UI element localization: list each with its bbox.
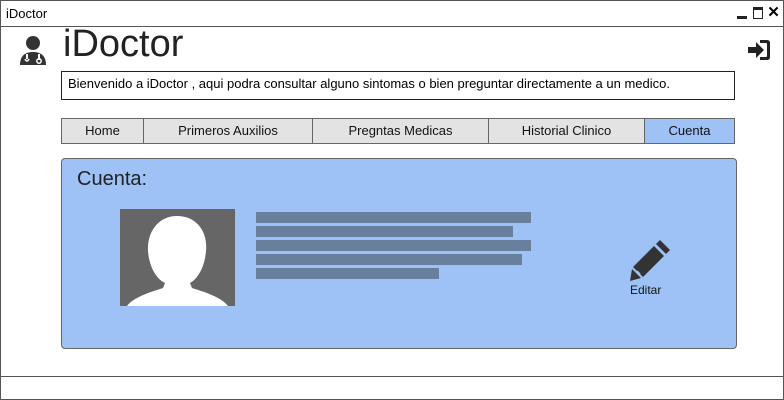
tab-historial-clinico[interactable]: Historial Clinico	[489, 119, 645, 143]
tab-preguntas-medicas[interactable]: Pregntas Medicas	[313, 119, 489, 143]
tab-cuenta[interactable]: Cuenta	[645, 119, 734, 143]
pencil-icon[interactable]	[629, 237, 674, 282]
sign-in-icon[interactable]	[747, 39, 771, 61]
tab-home[interactable]: Home	[62, 119, 144, 143]
placeholder-line	[256, 240, 531, 251]
close-icon[interactable]: ✕	[767, 5, 780, 20]
user-silhouette-icon	[127, 216, 228, 306]
placeholder-line	[256, 212, 531, 223]
avatar	[120, 209, 235, 306]
edit-label[interactable]: Editar	[630, 283, 661, 297]
account-panel: Cuenta: Editar	[61, 158, 737, 349]
main-nav-tabs: Home Primeros Auxilios Pregntas Medicas …	[61, 118, 735, 144]
account-info-placeholder	[256, 212, 531, 282]
tab-primeros-auxilios[interactable]: Primeros Auxilios	[144, 119, 313, 143]
minimize-icon[interactable]	[736, 6, 749, 20]
status-bar	[1, 376, 783, 400]
doctor-icon	[20, 36, 46, 65]
maximize-icon[interactable]	[752, 6, 765, 20]
welcome-message: Bienvenido a iDoctor , aqui podra consul…	[61, 71, 735, 100]
window-title: iDoctor	[6, 6, 48, 21]
placeholder-line	[256, 254, 522, 265]
account-title: Cuenta:	[77, 168, 148, 190]
app-title: iDoctor	[63, 23, 184, 65]
placeholder-line	[256, 268, 439, 279]
placeholder-line	[256, 226, 513, 237]
app-window: iDoctor ✕ iDoctor Bienvenido a iDoctor ,…	[0, 0, 784, 400]
